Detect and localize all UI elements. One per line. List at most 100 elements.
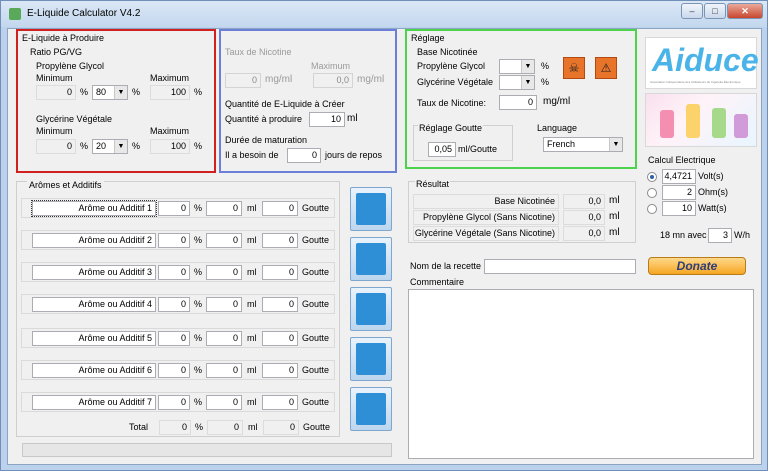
donate-button[interactable]: Donate [648,257,746,275]
arome-drops-input[interactable]: 0 [262,297,298,312]
email-button[interactable] [350,387,392,431]
arome-name-input[interactable]: Arôme ou Additif 4 [32,297,156,312]
title-bar: E-Liquide Calculator V4.2 – □ ✕ [1,1,767,27]
arome-drops-input[interactable]: 0 [262,331,298,346]
floppy-disk-icon [356,293,386,325]
arome-ml-input[interactable]: 0 [206,395,242,410]
arome-pct-input[interactable]: 0 [158,265,190,280]
wh-input[interactable]: 3 [708,228,732,243]
arome-drops-input[interactable]: 0 [262,265,298,280]
arome-name-input[interactable]: Arôme ou Additif 1 [31,200,157,217]
arome-drops-unit: Goutte [302,235,330,245]
vg-max-value: 100 [150,139,190,154]
base-title: Base Nicotinée [417,47,478,57]
arome-ml-input[interactable]: 0 [206,201,242,216]
environment-hazard-icon: ⚠ [595,57,617,79]
comment-textarea[interactable] [408,289,754,459]
pg-max-label: Maximum [150,73,190,83]
recipe-name-input[interactable] [484,259,636,274]
arome-pct-input[interactable]: 0 [158,233,190,248]
pg-max-value: 100 [150,85,190,100]
base-pg-select[interactable]: ▼ [499,59,535,74]
arome-ml-input[interactable]: 0 [206,297,242,312]
arome-ml-input[interactable]: 0 [206,331,242,346]
nicotine-rate-input[interactable]: 0 [225,73,261,88]
vg-min-pct: % [80,141,89,151]
base-vg-select[interactable]: ▼ [499,75,535,90]
chevron-down-icon: ▼ [114,140,127,153]
arome-name-input[interactable]: Arôme ou Additif 7 [32,395,156,410]
volt-unit: Volt(s) [698,171,724,181]
close-button[interactable]: ✕ [727,3,763,19]
arome-drops-unit: Goutte [302,397,330,407]
aromes-title: Arômes et Additifs [27,180,104,190]
autonomy-time: 18 mn avec [660,230,707,240]
save-button[interactable] [350,287,392,331]
progress-bar [22,443,392,457]
arome-pct-unit: % [194,203,203,213]
result-row-label: Propylène Glycol (Sans Nicotine) [413,210,559,225]
arome-ml-input[interactable]: 0 [206,363,242,378]
arome-pct-input[interactable]: 0 [158,331,190,346]
total-ml-unit: ml [248,422,258,432]
arome-pct-input[interactable]: 0 [158,395,190,410]
arome-drops-input[interactable]: 0 [262,363,298,378]
arome-drops-input[interactable]: 0 [262,395,298,410]
arome-name-input[interactable]: Arôme ou Additif 5 [32,331,156,346]
arome-drops-input[interactable]: 0 [262,201,298,216]
window-title: E-Liquide Calculator V4.2 [27,8,141,19]
nicotine-max-label: Maximum [311,61,351,71]
base-vg-pct: % [541,77,550,87]
total-pct-unit: % [195,422,204,432]
calculate-button[interactable] [350,187,392,231]
open-button[interactable] [350,237,392,281]
language-select[interactable]: French ▼ [543,137,623,152]
vg-ratio-select[interactable]: 20 ▼ [92,139,128,154]
drop-input[interactable]: 0,05 [428,142,456,157]
printer-icon [356,343,386,375]
arome-pct-unit: % [194,365,203,375]
arome-ml-input[interactable]: 0 [206,233,242,248]
volt-radio[interactable] [647,172,657,182]
watt-unit: Watt(s) [698,203,727,213]
ohm-input[interactable]: 2 [662,185,696,200]
arome-name-input[interactable]: Arôme ou Additif 3 [32,265,156,280]
app-icon [9,8,21,20]
arome-ml-input[interactable]: 0 [206,265,242,280]
print-button[interactable] [350,337,392,381]
base-rate-input[interactable]: 0 [499,95,537,110]
pg-min-value: 0 [36,85,76,100]
calculator-icon [356,193,386,225]
arome-name-input[interactable]: Arôme ou Additif 6 [32,363,156,378]
reglage-title: Réglage [411,33,445,43]
quantity-input[interactable]: 10 [309,112,345,127]
nicotine-max-unit: mg/ml [357,74,385,85]
volt-input[interactable]: 4,4721 [662,169,696,184]
vg-min-value: 0 [36,139,76,154]
base-rate-label: Taux de Nicotine: [417,98,487,108]
arome-pct-input[interactable]: 0 [158,201,190,216]
arome-drops-unit: Goutte [302,365,330,375]
minimize-button[interactable]: – [681,3,703,19]
pg-max-pct: % [194,87,203,97]
produce-title: E-Liquide à Produire [22,33,105,43]
arome-pct-input[interactable]: 0 [158,297,190,312]
arome-pct-input[interactable]: 0 [158,363,190,378]
total-drops: 0 [263,420,299,435]
main-panel: E-Liquide à Produire Ratio PG/VG Propylè… [7,28,762,465]
reglage-group: Réglage Base Nicotinée Propylène Glycol … [405,29,637,169]
watt-radio[interactable] [647,204,657,214]
quantity-title: Quantité de E-Liquide à Créer [225,99,345,109]
ohm-radio[interactable] [647,188,657,198]
arome-name-input[interactable]: Arôme ou Additif 2 [32,233,156,248]
pg-min-pct: % [80,87,89,97]
ratio-title: Ratio PG/VG [30,47,83,57]
maximize-button[interactable]: □ [704,3,726,19]
pg-ratio-select[interactable]: 80 ▼ [92,85,128,100]
maturation-days-input[interactable]: 0 [287,148,321,163]
aiduce-logo[interactable]: Aiduce Association Indépendante des Util… [645,37,759,89]
watt-input[interactable]: 10 [662,201,696,216]
chevron-down-icon: ▼ [114,86,127,99]
wh-unit: W/h [734,230,751,240]
arome-drops-input[interactable]: 0 [262,233,298,248]
